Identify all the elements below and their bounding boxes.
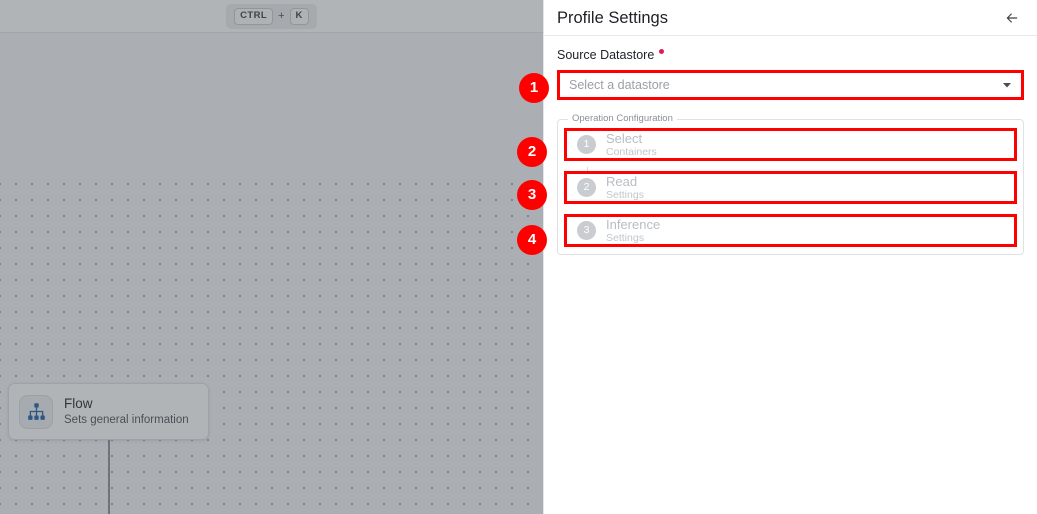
arrow-left-icon[interactable] [999,5,1025,31]
panel-header: Profile Settings [544,0,1037,36]
page-title: Profile Settings [557,8,668,27]
step-text: Inference Settings [606,217,660,245]
hierarchy-icon [19,394,53,429]
key-k: K [289,7,309,25]
annotation-badge-2: 2 [517,137,547,167]
flow-node-card[interactable]: Flow Sets general information [8,383,209,440]
step-number-badge: 3 [577,221,596,240]
canvas-upper-background [0,33,543,172]
required-indicator-icon [659,48,665,54]
step-number-badge: 2 [577,178,596,197]
step-title: Read [606,173,638,189]
datastore-label-row: Source Datastore [557,47,1024,63]
panel-body: Source Datastore Select a datastore Oper… [544,36,1037,255]
step-item-read[interactable]: 2 Read Settings [564,171,1017,204]
flow-node-subtitle: Sets general information [64,414,189,426]
step-text: Read Settings [606,174,644,202]
key-plus-separator: + [278,10,285,22]
step-title: Select [606,130,643,146]
operation-configuration-group: Operation Configuration 1 Select Contain… [557,113,1024,255]
datastore-field-label: Source Datastore [557,48,655,62]
step-subtitle: Settings [606,188,644,201]
chevron-down-icon [1001,79,1013,91]
annotation-badge-4: 4 [517,225,547,255]
flow-node-text: Flow Sets general information [64,395,189,428]
command-palette-shortcut[interactable]: CTRL + K [226,3,317,29]
step-item-select[interactable]: 1 Select Containers [564,128,1017,161]
operation-configuration-legend: Operation Configuration [572,113,673,124]
canvas-toolbar: CTRL + K [0,0,543,33]
flow-node-title: Flow [64,396,93,411]
stepper-list: 1 Select Containers 2 Read Settings 3 In… [564,128,1017,247]
step-subtitle: Containers [606,145,657,158]
step-title: Inference [606,216,661,232]
annotation-badge-3: 3 [517,180,547,210]
annotation-badge-1: 1 [519,73,549,103]
canvas-dot-grid [0,172,543,514]
step-subtitle: Settings [606,231,644,244]
datastore-select[interactable]: Select a datastore [557,70,1024,100]
key-ctrl: CTRL [234,7,274,25]
flow-canvas[interactable]: Flow Sets general information CTRL + K [0,0,543,514]
step-text: Select Containers [606,131,657,159]
datastore-select-placeholder: Select a datastore [569,78,670,92]
step-number-badge: 1 [577,135,596,154]
step-item-inference[interactable]: 3 Inference Settings [564,214,1017,247]
profile-settings-panel: Profile Settings Source Datastore Select… [543,0,1037,514]
flow-edge-connector [108,437,110,514]
app-root: Flow Sets general information CTRL + K P… [0,0,1037,514]
